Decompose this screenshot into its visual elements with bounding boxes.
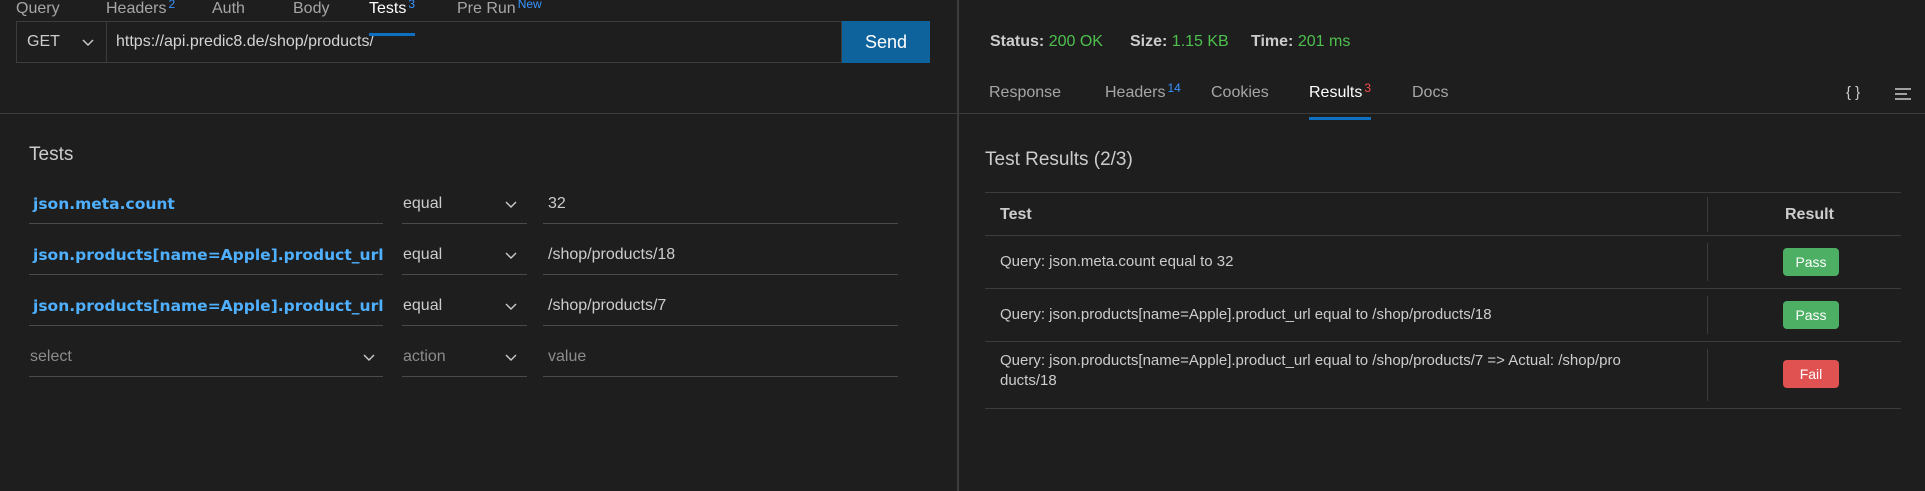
action-placeholder: action [403,347,446,365]
tab-label: Headers [1105,84,1166,101]
value-input[interactable]: value [543,337,898,377]
tests-title: Tests [29,144,74,165]
test-description: Query: json.meta.count equal to 32 [1000,253,1234,270]
column-divider [1707,197,1708,232]
tab-badge: 3 [1364,81,1372,95]
action-value: equal [403,194,443,212]
query-input[interactable]: json.meta.count [29,184,383,224]
table-row: Query: json.meta.count equal to 32 Pass [985,236,1901,289]
tab-response-headers[interactable]: Headers 14 [1105,81,1181,120]
chevron-down-icon [505,252,517,259]
chevron-down-icon [505,201,517,208]
send-button[interactable]: Send [842,21,930,63]
tab-badge: 3 [408,0,416,11]
test-description-line: Query: json.products[name=Apple].product… [1000,352,1621,369]
tab-badge: New [517,0,542,11]
tab-label: Query [16,0,60,17]
tab-label: Cookies [1211,84,1269,101]
action-select[interactable]: action [402,337,527,377]
action-select[interactable]: equal [402,235,527,275]
tab-label: Body [293,0,330,17]
table-row: Query: json.products[name=Apple].product… [985,289,1901,342]
tab-body[interactable]: Body [293,0,329,36]
test-description: Query: json.products[name=Apple].product… [1000,351,1705,391]
size-value: 1.15 KB [1171,33,1229,50]
test-description-line: ducts/18 [1000,372,1057,389]
tab-label: Docs [1412,84,1449,101]
tab-label: Results [1309,84,1363,101]
tab-badge: 2 [168,0,176,11]
test-row: json.meta.count equal 32 [0,184,957,224]
tab-label: Tests [369,0,407,17]
table-header: Test Result [985,192,1901,236]
chevron-down-icon [505,303,517,310]
tab-cookies[interactable]: Cookies [1211,84,1269,120]
query-placeholder: select [30,347,72,365]
status-badge: Pass [1783,301,1839,329]
time-value: 201 ms [1297,33,1351,50]
chevron-down-icon [363,354,375,361]
table-row: Query: json.products[name=Apple].product… [985,342,1901,409]
column-header-test: Test [1000,205,1032,223]
size-info: Size: 1.15 KB [1130,33,1229,51]
query-input[interactable]: json.products[name=Apple].product_url [29,235,384,275]
size-label: Size: [1130,33,1168,50]
chevron-down-icon [505,354,517,361]
tab-label: Auth [212,0,245,17]
braces-icon[interactable]: { } [1846,84,1860,101]
column-header-result: Result [1785,205,1834,223]
time-info: Time: 201 ms [1251,33,1350,51]
response-pane: Status: 200 OK Size: 1.15 KB Time: 201 m… [959,0,1925,491]
action-select[interactable]: equal [402,184,527,224]
test-row: json.products[name=Apple].product_url eq… [0,286,957,326]
tab-label: Headers [106,0,167,17]
tab-headers[interactable]: Headers 2 [106,0,175,36]
test-description: Query: json.products[name=Apple].product… [1000,306,1492,323]
tab-label: Pre Run [457,0,516,17]
tab-query[interactable]: Query [16,0,60,36]
chevron-down-icon [82,39,94,46]
status-value: 200 OK [1048,33,1103,50]
column-divider [1707,243,1708,281]
new-test-row: select action value [0,337,957,377]
tab-underline-divider [0,113,957,114]
tab-badge: 14 [1167,81,1181,95]
tab-docs[interactable]: Docs [1412,84,1448,120]
tab-results[interactable]: Results 3 [1309,81,1372,120]
tab-tests[interactable]: Tests 3 [369,0,416,36]
query-input[interactable]: json.products[name=Apple].product_url [29,286,384,326]
column-divider [1707,349,1708,401]
tab-label: Response [989,84,1062,101]
status-badge: Pass [1783,248,1839,276]
query-select[interactable]: select [29,337,383,377]
column-divider [1707,296,1708,334]
tab-underline-divider [959,113,1925,114]
action-select[interactable]: equal [402,286,527,326]
action-value: equal [403,296,443,314]
value-input[interactable]: 32 [543,184,898,224]
request-pane: GET https://api.predic8.de/shop/products… [0,0,957,491]
status-label: Status: [990,33,1045,50]
tab-response[interactable]: Response [989,84,1061,120]
test-row: json.products[name=Apple].product_url eq… [0,235,957,275]
results-title: Test Results (2/3) [985,149,1133,170]
tab-pre-run[interactable]: Pre Run New [457,0,542,36]
menu-icon[interactable] [1894,86,1912,102]
action-value: equal [403,245,443,263]
time-label: Time: [1251,33,1294,50]
status-info: Status: 200 OK [990,33,1103,51]
status-badge: Fail [1783,360,1839,388]
tab-auth[interactable]: Auth [212,0,245,36]
value-input[interactable]: /shop/products/18 [543,235,898,275]
results-table: Test Result Query: json.meta.count equal… [985,192,1901,409]
value-input[interactable]: /shop/products/7 [543,286,898,326]
